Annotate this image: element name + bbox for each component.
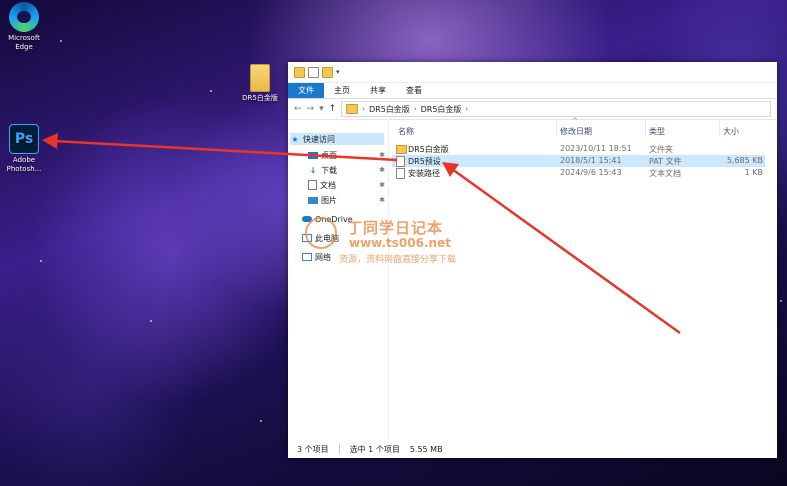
annotation-arrow [53, 139, 398, 162]
annotation-arrowhead [442, 162, 459, 177]
annotation-arrow [451, 167, 681, 335]
annotation-arrowhead [42, 133, 58, 149]
annotation-overlay [42, 133, 681, 335]
